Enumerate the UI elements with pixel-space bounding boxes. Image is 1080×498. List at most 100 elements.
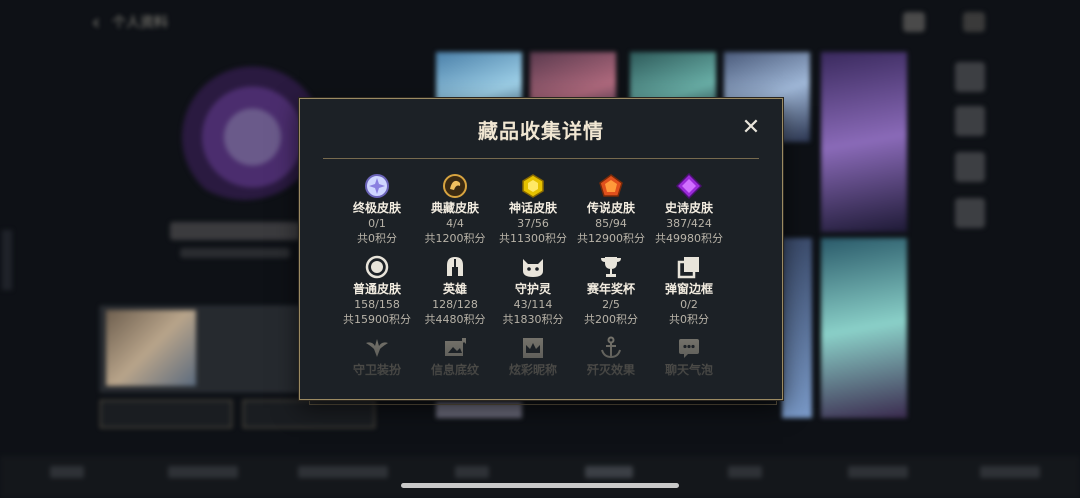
legendary-gem-icon (598, 173, 624, 199)
item-count: 128/128 (432, 298, 478, 311)
side-button[interactable] (955, 152, 985, 182)
side-button[interactable] (955, 198, 985, 228)
item-label: 守护灵 (514, 282, 551, 296)
player-name (170, 222, 300, 240)
item-label: 英雄 (442, 282, 467, 296)
bottom-tab[interactable] (50, 466, 84, 478)
collection-details-dialog: 藏品收集详情 ✕ 终极皮肤 0/1 共0积分 典藏皮肤 4/4 共1200积分 … (299, 98, 783, 400)
crown-icon (520, 335, 546, 361)
collection-item-info-banner[interactable]: 信息底纹 (416, 335, 494, 378)
item-label: 赛年奖杯 (586, 282, 635, 296)
back-arrow-icon[interactable]: ‹ (92, 10, 100, 34)
collection-item-champions[interactable]: 英雄 128/128 共4480积分 (416, 254, 494, 327)
item-points: 共0积分 (357, 232, 397, 245)
item-points: 共1830积分 (502, 313, 564, 326)
featured-card-image (106, 310, 196, 386)
collection-item-ultimate[interactable]: 终极皮肤 0/1 共0积分 (338, 173, 416, 246)
bottom-tab[interactable] (298, 466, 388, 478)
ultimate-gem-icon (364, 173, 390, 199)
collection-item-prestige[interactable]: 典藏皮肤 4/4 共1200积分 (416, 173, 494, 246)
profile-icon[interactable] (903, 12, 925, 32)
trophy-icon (598, 254, 624, 280)
banner-icon (442, 335, 468, 361)
player-subtitle (180, 248, 290, 258)
item-count: 4/4 (446, 217, 464, 230)
collection-item-season-trophies[interactable]: 赛年奖杯 2/5 共200积分 (572, 254, 650, 327)
item-count: 387/424 (666, 217, 712, 230)
item-label: 聊天气泡 (664, 363, 713, 377)
helmet-icon (442, 254, 468, 280)
cat-icon (520, 254, 546, 280)
item-count: 0/2 (680, 298, 698, 311)
bottom-tab[interactable] (455, 466, 489, 478)
collection-item-epic[interactable]: 史诗皮肤 387/424 共49980积分 (650, 172, 728, 246)
item-label: 普通皮肤 (352, 282, 401, 296)
collection-item-ace-effects[interactable]: 歼灭效果 (572, 335, 650, 378)
item-label: 传说皮肤 (586, 201, 635, 215)
item-label: 终极皮肤 (352, 201, 401, 215)
collection-item-ward-skins[interactable]: 守卫装扮 (338, 335, 416, 378)
side-button[interactable] (955, 106, 985, 136)
side-button[interactable] (955, 62, 985, 92)
item-points: 共1200积分 (424, 232, 486, 245)
divider (323, 158, 759, 159)
item-points: 共15900积分 (343, 313, 411, 326)
ward-icon (364, 335, 390, 361)
skin-tile[interactable] (821, 52, 907, 232)
item-count: 85/94 (595, 217, 627, 230)
chat-bubble-icon (676, 335, 702, 361)
home-indicator[interactable] (401, 483, 679, 488)
bottom-tab[interactable] (585, 466, 633, 478)
collection-row: 普通皮肤 158/158 共15900积分 英雄 128/128 共4480积分… (338, 254, 758, 327)
collection-item-mythic[interactable]: 神话皮肤 37/56 共11300积分 (494, 173, 572, 246)
bottom-tab[interactable] (168, 466, 238, 478)
frame-icon (676, 254, 702, 280)
mythic-gem-icon (520, 173, 546, 199)
bottom-tab[interactable] (848, 466, 908, 478)
item-label: 歼灭效果 (586, 363, 635, 377)
item-label: 典藏皮肤 (430, 201, 479, 215)
item-points: 共12900积分 (577, 232, 645, 245)
anchor-icon (598, 335, 624, 361)
dialog-title: 藏品收集详情 (478, 119, 604, 143)
collection-item-standard-skin[interactable]: 普通皮肤 158/158 共15900积分 (338, 254, 416, 327)
item-count: 0/1 (368, 217, 386, 230)
page-title: 个人资料 (112, 15, 168, 31)
close-icon[interactable]: ✕ (740, 117, 762, 139)
item-count: 43/114 (513, 298, 553, 311)
skin-tile[interactable] (782, 238, 812, 418)
item-label: 史诗皮肤 (664, 201, 713, 215)
prestige-gem-icon (442, 173, 468, 199)
bottom-tab[interactable] (980, 466, 1040, 478)
collection-item-color-nickname[interactable]: 炫彩昵称 (494, 335, 572, 378)
profile-emblem (170, 60, 320, 200)
item-label: 神话皮肤 (508, 201, 557, 215)
standard-skin-icon (364, 254, 390, 280)
collection-item-popup-frames[interactable]: 弹窗边框 0/2 共0积分 (650, 254, 728, 327)
collection-item-legendary[interactable]: 传说皮肤 85/94 共12900积分 (572, 173, 650, 246)
item-label: 守卫装扮 (352, 363, 401, 377)
bottom-tab[interactable] (728, 466, 762, 478)
item-points: 共0积分 (669, 313, 709, 326)
item-points: 共49980积分 (655, 232, 723, 245)
collection-item-guardians[interactable]: 守护灵 43/114 共1830积分 (494, 254, 572, 327)
item-label: 信息底纹 (430, 363, 479, 377)
epic-gem-icon (675, 172, 703, 200)
item-count: 37/56 (517, 217, 549, 230)
item-points: 共4480积分 (424, 313, 486, 326)
collection-row: 守卫装扮 信息底纹 炫彩昵称 歼灭效果 聊天气泡 (338, 335, 758, 378)
item-points: 共200积分 (584, 313, 638, 326)
item-count: 158/158 (354, 298, 400, 311)
side-id-label (2, 230, 12, 290)
item-label: 炫彩昵称 (508, 363, 557, 377)
item-label: 弹窗边框 (664, 282, 713, 296)
menu-icon[interactable] (963, 12, 985, 32)
collection-item-chat-bubble[interactable]: 聊天气泡 (650, 335, 728, 378)
skin-tile[interactable] (821, 238, 907, 418)
item-points: 共11300积分 (499, 232, 567, 245)
collection-row: 终极皮肤 0/1 共0积分 典藏皮肤 4/4 共1200积分 神话皮肤 37/5… (338, 172, 758, 246)
item-count: 2/5 (602, 298, 620, 311)
bottom-tab-bar (0, 456, 1080, 498)
top-bar: ‹ 个人资料 (0, 0, 1080, 44)
background-button-left[interactable] (100, 400, 232, 428)
